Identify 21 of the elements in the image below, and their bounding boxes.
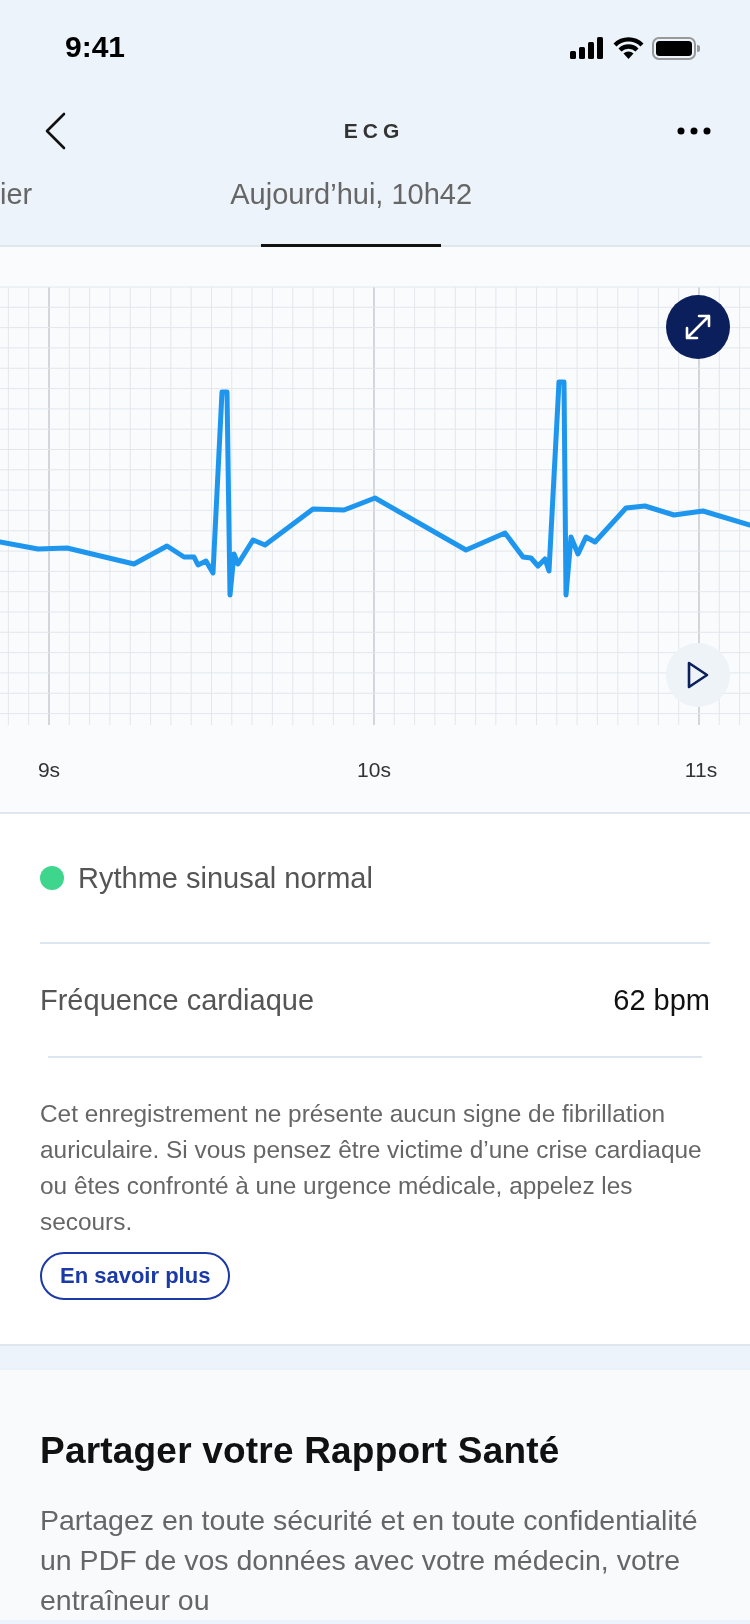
heart-rate-value: 62 bpm bbox=[613, 983, 710, 1017]
axis-label: 10s bbox=[357, 758, 391, 781]
more-icon bbox=[677, 127, 711, 135]
share-title: Partager votre Rapport Santé bbox=[40, 1430, 561, 1472]
share-description: Partagez en toute sécurité et en toute confidentialité un PDF de vos données avec votre médecin, votre entraîneur ou bbox=[40, 1503, 699, 1618]
date-tab[interactable]: Aujourd’hui, 10h42 bbox=[230, 166, 473, 245]
date-tab[interactable]: ier bbox=[0, 166, 33, 245]
result-description: Cet enregistrement ne présente aucun signe de fibrillation auriculaire. Si vous pensez être victime d’une crise cardiaque ou êtes confronté à une urgence médicale, appelez les secours. bbox=[40, 1099, 703, 1237]
axis-label: 11s bbox=[684, 758, 718, 781]
battery-icon bbox=[652, 36, 700, 60]
wifi-icon bbox=[613, 37, 644, 59]
status-time: 9:41 bbox=[65, 30, 126, 64]
learn-more-button[interactable]: En savoir plus bbox=[40, 1252, 231, 1300]
expand-icon bbox=[683, 312, 713, 342]
axis-label: 9s bbox=[37, 758, 61, 781]
rhythm-label: Rythme sinusal normal bbox=[78, 861, 373, 895]
heart-rate-label: Fréquence cardiaque bbox=[40, 983, 315, 1017]
screen-title: ECG bbox=[343, 119, 405, 143]
play-icon bbox=[686, 660, 710, 690]
signal-icon bbox=[570, 37, 605, 59]
back-icon bbox=[44, 112, 66, 150]
